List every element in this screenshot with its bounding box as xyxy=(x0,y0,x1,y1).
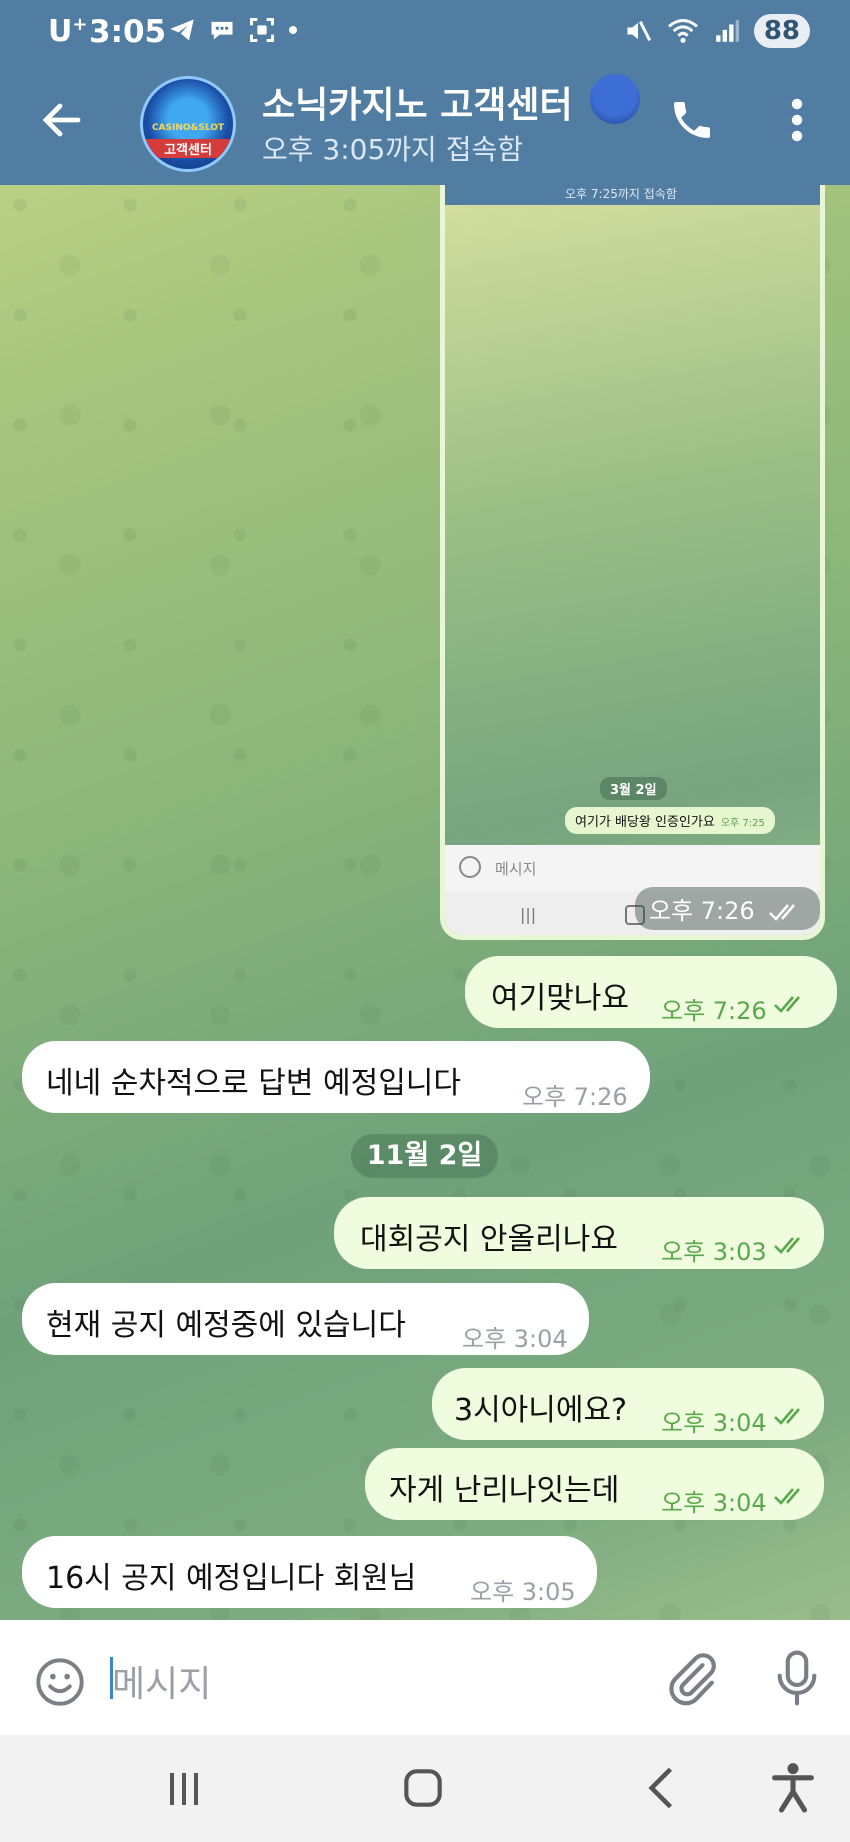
message-incoming[interactable]: 현재 공지 예정중에 있습니다 오후 3:04 xyxy=(22,1283,589,1355)
back-arrow-icon[interactable] xyxy=(38,96,86,144)
system-navigation-bar xyxy=(0,1735,850,1842)
message-incoming[interactable]: 16시 공지 예정입니다 회원님 오후 3:05 xyxy=(22,1536,597,1608)
telegram-icon xyxy=(170,19,194,41)
image-message[interactable]: 오후 7:25까지 접속함 3월 2일 여기가 배당왕 인증인가요 오후 7:25… xyxy=(440,185,825,940)
image-inner-message-time: 오후 7:25 xyxy=(720,818,765,829)
message-time: 오후 3:05 xyxy=(470,1578,576,1606)
wifi-icon xyxy=(667,19,698,43)
app-header: U+ 3:05 88 CASINO&SLOT 고객센터 소닉카지노 고객센터 오… xyxy=(0,0,850,185)
microphone-icon[interactable] xyxy=(772,1648,822,1708)
message-incoming[interactable]: 네네 순차적으로 답변 예정입니다 오후 7:26 xyxy=(22,1041,650,1113)
message-text: 자게 난리나잇는데 xyxy=(389,1473,620,1508)
message-time: 오후 7:26 xyxy=(522,1083,628,1111)
message-time: 오후 3:04 xyxy=(661,1409,767,1437)
signal-icon xyxy=(715,20,739,42)
message-time: 오후 3:03 xyxy=(661,1238,767,1266)
image-inner-date: 3월 2일 xyxy=(600,777,667,800)
image-inner-header-text: 오후 7:25까지 접속함 xyxy=(565,187,677,201)
message-text: 네네 순차적으로 답변 예정입니다 xyxy=(46,1066,462,1101)
home-icon[interactable] xyxy=(398,1763,448,1813)
accessibility-icon[interactable] xyxy=(770,1759,816,1815)
image-inner-emoji-icon xyxy=(459,856,481,878)
chat-title[interactable]: 소닉카지노 고객센터 xyxy=(262,76,573,128)
status-bar: U+ 3:05 88 xyxy=(0,0,850,66)
image-message-time: 오후 7:26 xyxy=(635,887,821,930)
screenshot-icon xyxy=(250,18,274,42)
image-inner-recents-icon: ||| xyxy=(520,905,537,924)
double-check-icon xyxy=(774,1488,800,1505)
date-separator: 11월 2일 xyxy=(351,1134,498,1178)
double-check-icon xyxy=(774,996,800,1013)
double-check-icon xyxy=(774,1408,800,1425)
attach-icon[interactable] xyxy=(664,1650,720,1706)
message-input[interactable]: 메시지 xyxy=(110,1645,630,1711)
chat-avatar[interactable]: CASINO&SLOT 고객센터 xyxy=(140,76,236,172)
message-outgoing[interactable]: 여기맞나요 오후 7:26 xyxy=(465,956,837,1028)
avatar-label: 고객센터 xyxy=(143,139,233,158)
message-text: 현재 공지 예정중에 있습니다 xyxy=(46,1308,406,1343)
mute-icon xyxy=(627,21,651,41)
image-inner-input: 메시지 xyxy=(445,845,820,891)
message-composer: 메시지 xyxy=(0,1620,850,1735)
message-outgoing[interactable]: 대회공지 안올리나요 오후 3:03 xyxy=(334,1197,824,1269)
message-text: 16시 공지 예정입니다 회원님 xyxy=(46,1561,417,1596)
image-inner-message: 여기가 배당왕 인증인가요 오후 7:25 xyxy=(565,807,775,834)
message-input-placeholder: 메시지 xyxy=(112,1664,212,1705)
image-inner-header: 오후 7:25까지 접속함 xyxy=(445,185,820,205)
image-inner-placeholder: 메시지 xyxy=(495,860,537,878)
recents-icon[interactable] xyxy=(160,1765,208,1813)
message-time: 오후 3:04 xyxy=(661,1489,767,1517)
chat-topbar: CASINO&SLOT 고객센터 소닉카지노 고객센터 오후 3:05까지 접속… xyxy=(0,66,850,185)
image-inner-message-text: 여기가 배당왕 인증인가요 xyxy=(575,815,715,830)
avatar-caption: CASINO&SLOT xyxy=(151,123,225,133)
message-text: 여기맞나요 xyxy=(491,981,629,1016)
system-back-icon[interactable] xyxy=(640,1763,680,1813)
phone-icon[interactable] xyxy=(668,96,716,144)
image-time-text: 오후 7:26 xyxy=(649,897,755,925)
message-outgoing[interactable]: 3시아니에요? 오후 3:04 xyxy=(432,1368,824,1440)
sonic-emoji-icon xyxy=(590,74,640,124)
message-time: 오후 7:26 xyxy=(661,997,767,1025)
chat-bubble-icon xyxy=(211,21,233,40)
message-text: 3시아니에요? xyxy=(454,1393,628,1428)
more-options-icon[interactable] xyxy=(782,96,812,144)
double-check-icon xyxy=(774,1237,800,1254)
battery-indicator: 88 xyxy=(753,14,810,48)
message-outgoing[interactable]: 자게 난리나잇는데 오후 3:04 xyxy=(365,1448,824,1520)
double-check-icon xyxy=(769,904,796,921)
notification-dot-icon xyxy=(289,26,297,34)
last-seen-status: 오후 3:05까지 접속함 xyxy=(262,133,523,166)
message-time: 오후 3:04 xyxy=(462,1325,568,1353)
message-text: 대회공지 안올리나요 xyxy=(360,1222,618,1257)
emoji-icon[interactable] xyxy=(34,1656,86,1708)
status-time: 3:05 xyxy=(89,14,167,50)
carrier-label: U+ xyxy=(48,14,88,49)
